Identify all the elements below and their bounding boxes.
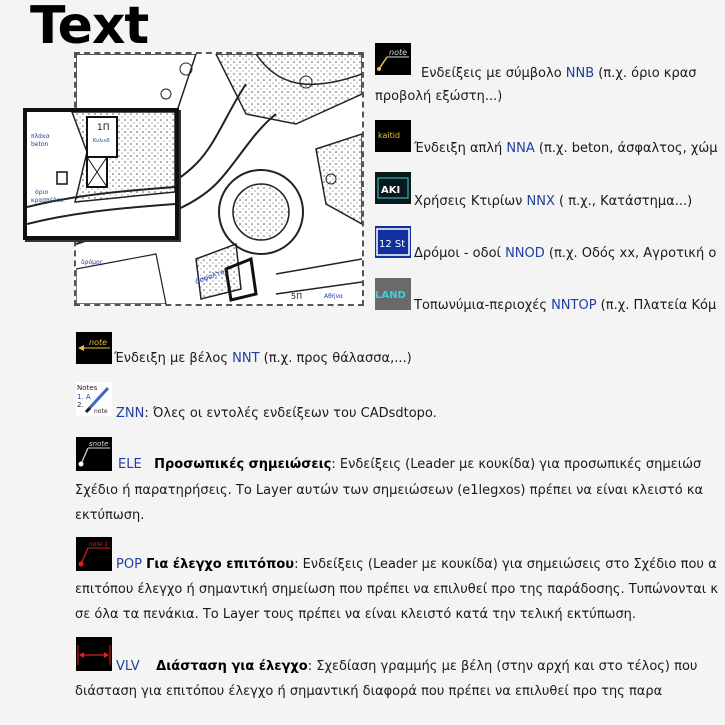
inset-drawing: 1Π Κυλινδ πλάκα beton όριο κρασπέδου	[27, 112, 175, 225]
svg-text:note: note	[389, 48, 407, 57]
svg-text:snote: snote	[89, 440, 108, 448]
pop-line-3: σε όλα τα πενάκια. Το Layer τους πρέπει …	[75, 607, 637, 622]
inset-label-sidewalk: πλάκα	[31, 133, 50, 140]
map-inset: 1Π Κυλινδ πλάκα beton όριο κρασπέδου	[23, 108, 179, 240]
nnb-description: Ενδείξεις με σύμβολο NNB (π.χ. όριο κρασ	[421, 66, 697, 81]
vlv-line-2: διάσταση για επιτόπου έλεγχο ή σημαντική…	[75, 684, 663, 699]
nntop-description: Τοπωνύμια-περιοχές NNTOP (π.χ. Πλατεία Κ…	[414, 298, 717, 313]
nnod-command[interactable]: NNOD	[505, 246, 545, 261]
nnx-icon[interactable]: AKI	[375, 172, 411, 204]
page-title: Text	[30, 0, 149, 56]
nntop-icon[interactable]: LAND	[375, 278, 411, 310]
vlv-icon[interactable]	[76, 637, 112, 671]
svg-text:kaitid: kaitid	[378, 131, 400, 140]
ele-command[interactable]: ELE	[118, 457, 142, 472]
svg-text:note: note	[94, 408, 108, 415]
vlv-line-1: VLV Διάσταση για έλεγχο: Σχεδίαση γραμμή…	[116, 659, 698, 674]
nnod-icon[interactable]: 12 St	[375, 226, 411, 258]
ele-icon[interactable]: snote	[76, 437, 112, 471]
inset-label-beton: beton	[31, 141, 49, 148]
ele-line-3: εκτύπωση.	[75, 508, 145, 523]
pop-title: Για έλεγχο επιτόπου	[146, 557, 295, 572]
inset-label-tag: Κυλινδ	[93, 138, 110, 144]
nnt-description: Ένδειξη με βέλος NNT (π.χ. προς θάλασσα,…	[114, 351, 412, 366]
nna-icon[interactable]: kaitid	[375, 120, 411, 152]
nnt-command[interactable]: NNT	[232, 351, 259, 366]
nntop-command[interactable]: NNTOP	[551, 298, 596, 313]
pop-line-1: POP Για έλεγχο επιτόπου: Ενδείξεις (Lead…	[116, 557, 717, 572]
svg-text:note: note	[89, 338, 107, 347]
nnod-description: Δρόμοι - οδοί NNOD (π.χ. Οδός xx, Αγροτι…	[414, 246, 717, 261]
map-label-stamp: Αθήνα	[324, 293, 343, 300]
nna-command[interactable]: NNA	[506, 141, 534, 156]
inset-label-curb2: κρασπέδου	[31, 197, 64, 204]
znn-icon[interactable]: Notes 1. A 2. note	[76, 382, 112, 416]
inset-label-floor: 1Π	[97, 123, 110, 133]
ele-line-1: ELE Προσωπικές σημειώσεις: Ενδείξεις (Le…	[118, 457, 702, 472]
svg-text:12 St: 12 St	[379, 239, 405, 250]
ele-title: Προσωπικές σημειώσεις	[154, 457, 332, 472]
map-label-floor: 5Π	[291, 292, 302, 301]
svg-text:note 1: note 1	[89, 541, 108, 548]
svg-text:AKI: AKI	[381, 185, 400, 196]
nnb-icon[interactable]: note	[375, 43, 411, 75]
nnb-description-cont: προβολή εξώστη...)	[375, 89, 503, 104]
nnx-command[interactable]: NNX	[527, 194, 555, 209]
nna-description: Ένδειξη απλή NNA (π.χ. beton, άσφαλτος, …	[414, 141, 718, 156]
nnt-icon[interactable]: note	[76, 332, 112, 364]
svg-text:Notes: Notes	[77, 384, 98, 392]
nnb-command[interactable]: NNB	[566, 66, 594, 81]
vlv-title: Διάσταση για έλεγχο	[156, 659, 308, 674]
pop-line-2: επιτόπου έλεγχο ή σημαντική σημείωση που…	[75, 582, 718, 597]
nnx-description: Χρήσεις Κτιρίων NNX ( π.χ., Κατάστημα...…	[414, 194, 693, 209]
znn-command[interactable]: ZNN	[116, 406, 144, 421]
vlv-command[interactable]: VLV	[116, 659, 140, 674]
svg-text:LAND: LAND	[375, 290, 406, 301]
inset-label-curb: όριο	[35, 189, 49, 196]
ele-line-2: Σχέδιο ή παρατηρήσεις. Το Layer αυτών τω…	[75, 483, 704, 498]
map-label-road: δρόμος	[81, 259, 103, 266]
znn-description: ZNN: Όλες οι εντολές ενδείξεων του CADsd…	[116, 406, 437, 421]
svg-text:2.: 2.	[77, 401, 84, 409]
pop-command[interactable]: POP	[116, 557, 142, 572]
pop-icon[interactable]: note 1	[76, 537, 112, 571]
svg-text:1. A: 1. A	[77, 393, 91, 401]
